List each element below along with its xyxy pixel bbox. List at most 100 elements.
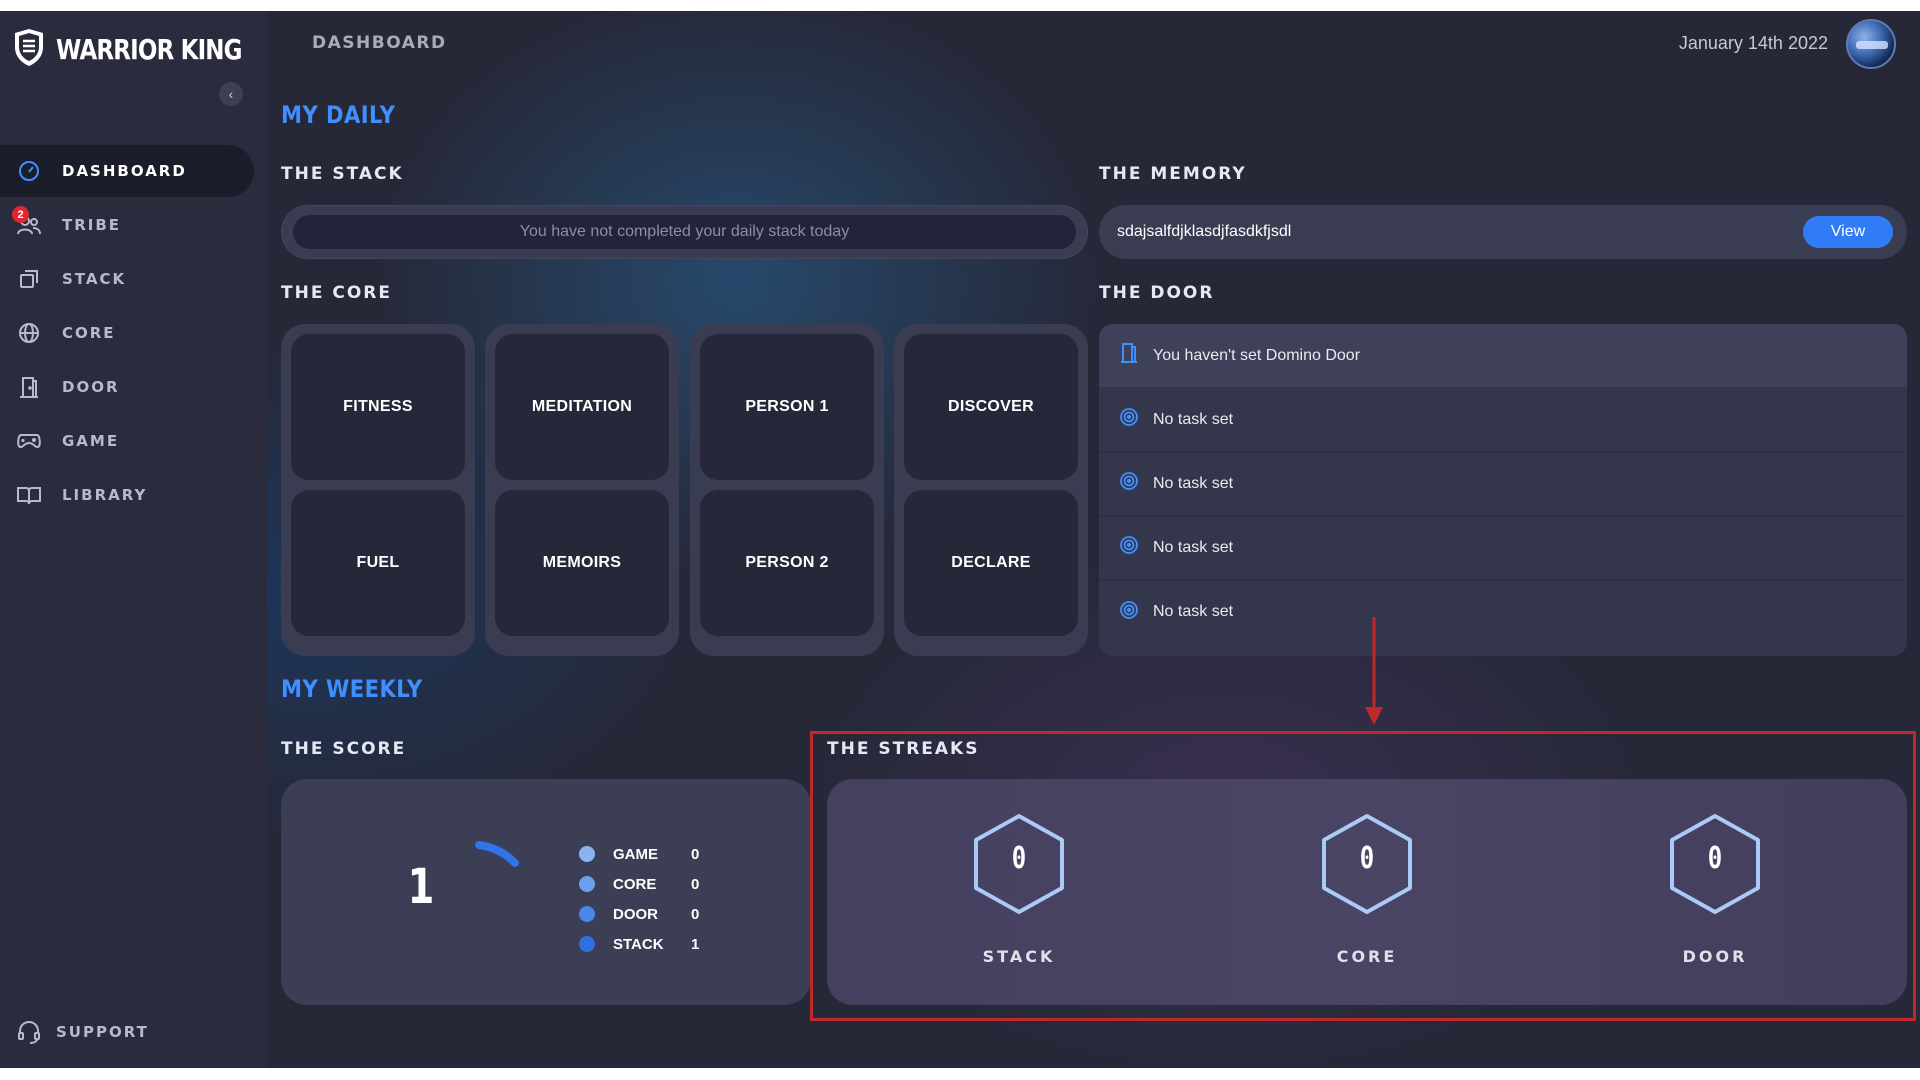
avatar[interactable] bbox=[1846, 19, 1896, 69]
view-memory-button[interactable]: View bbox=[1803, 216, 1893, 248]
sidebar-item-label: STACK bbox=[62, 270, 127, 288]
door-title: THE DOOR bbox=[1099, 283, 1215, 303]
shield-logo-icon bbox=[12, 27, 46, 72]
legend-label: DOOR bbox=[613, 905, 658, 923]
streak-label: CORE bbox=[1336, 947, 1398, 966]
core-tile-declare[interactable]: DECLARE bbox=[904, 490, 1078, 636]
brand-name: WARRIOR KING bbox=[56, 32, 243, 66]
chevron-left-icon: ‹ bbox=[228, 86, 234, 102]
streak-label: STACK bbox=[982, 947, 1056, 966]
score-card: 1 GAME 0 CORE 0 DOOR 0 STACK 1 bbox=[281, 779, 811, 1005]
gamepad-icon bbox=[16, 428, 42, 454]
section-title-daily: MY DAILY bbox=[281, 101, 396, 129]
stack-message: You have not completed your daily stack … bbox=[293, 215, 1076, 249]
notification-badge: 2 bbox=[12, 206, 29, 223]
target-icon bbox=[1119, 471, 1139, 496]
sidebar: WARRIOR KING ‹ DASHBOARD 2 TRIBE STACK C… bbox=[0, 11, 267, 1068]
task-text: No task set bbox=[1153, 410, 1234, 428]
streaks-card: 0 STACK 0 CORE 0 DOOR bbox=[827, 779, 1907, 1005]
legend-item-game: GAME 0 bbox=[579, 839, 759, 869]
memory-title: THE MEMORY bbox=[1099, 164, 1247, 184]
support-label: SUPPORT bbox=[56, 1023, 149, 1041]
legend-dot bbox=[579, 906, 595, 922]
legend-value: 0 bbox=[691, 905, 700, 923]
door-card: You haven't set Domino Door No task set … bbox=[1099, 324, 1907, 656]
streak-value: 0 bbox=[1707, 841, 1723, 876]
legend-label: STACK bbox=[613, 935, 664, 953]
headset-icon bbox=[16, 1019, 42, 1045]
streak-value: 0 bbox=[1011, 841, 1027, 876]
brand[interactable]: WARRIOR KING bbox=[12, 27, 282, 71]
door-icon bbox=[1119, 342, 1139, 369]
core-tile-person-1[interactable]: PERSON 1 bbox=[700, 334, 874, 480]
core-tile-fuel[interactable]: FUEL bbox=[291, 490, 465, 636]
stack-card[interactable]: You have not completed your daily stack … bbox=[281, 205, 1088, 259]
streak-label: DOOR bbox=[1682, 947, 1748, 966]
streak-door[interactable]: 0 DOOR bbox=[1655, 813, 1775, 983]
collapse-sidebar-button[interactable]: ‹ bbox=[219, 82, 243, 106]
door-task-row[interactable]: No task set bbox=[1099, 388, 1907, 452]
current-date: January 14th 2022 bbox=[1678, 33, 1828, 53]
sidebar-item-label: CORE bbox=[62, 324, 116, 342]
globe-icon bbox=[16, 320, 42, 346]
door-task-row[interactable]: No task set bbox=[1099, 580, 1907, 644]
target-icon bbox=[1119, 600, 1139, 625]
legend-value: 0 bbox=[691, 845, 700, 863]
sidebar-nav: DASHBOARD 2 TRIBE STACK CORE DOOR GAME L… bbox=[0, 145, 267, 523]
memory-card: sdajsalfdjklasdjfasdkfjsdl View bbox=[1099, 205, 1907, 259]
core-tile-discover[interactable]: DISCOVER bbox=[904, 334, 1078, 480]
core-tile-memoirs[interactable]: MEMOIRS bbox=[495, 490, 669, 636]
legend-value: 0 bbox=[691, 875, 700, 893]
gauge-icon bbox=[16, 158, 42, 184]
target-icon bbox=[1119, 407, 1139, 432]
core-column: MEDITATION MEMOIRS bbox=[485, 324, 679, 656]
core-title: THE CORE bbox=[281, 283, 392, 303]
score-total: 1 bbox=[407, 859, 435, 915]
main-content: DASHBOARD January 14th 2022 MY DAILY THE… bbox=[267, 11, 1920, 1068]
legend-value: 1 bbox=[691, 935, 700, 953]
task-text: No task set bbox=[1153, 538, 1234, 556]
door-task-row[interactable]: No task set bbox=[1099, 452, 1907, 516]
core-column: DISCOVER DECLARE bbox=[894, 324, 1088, 656]
legend-label: GAME bbox=[613, 845, 658, 863]
sidebar-item-label: LIBRARY bbox=[62, 486, 148, 504]
door-task-row[interactable]: No task set bbox=[1099, 516, 1907, 580]
sidebar-item-label: DOOR bbox=[62, 378, 120, 396]
sidebar-item-label: TRIBE bbox=[62, 216, 122, 234]
sidebar-item-support[interactable]: SUPPORT bbox=[0, 1007, 254, 1057]
users-icon: 2 bbox=[12, 206, 42, 238]
domino-door-text: You haven't set Domino Door bbox=[1153, 346, 1361, 364]
legend-item-door: DOOR 0 bbox=[579, 899, 759, 929]
score-title: THE SCORE bbox=[281, 739, 407, 759]
sidebar-item-stack[interactable]: STACK bbox=[0, 253, 254, 305]
streak-value: 0 bbox=[1359, 841, 1375, 876]
sidebar-item-label: DASHBOARD bbox=[62, 162, 187, 180]
app-window: WARRIOR KING ‹ DASHBOARD 2 TRIBE STACK C… bbox=[0, 11, 1920, 1068]
streak-core[interactable]: 0 CORE bbox=[1307, 813, 1427, 983]
streaks-title: THE STREAKS bbox=[827, 739, 980, 759]
task-text: No task set bbox=[1153, 603, 1234, 620]
sidebar-item-dashboard[interactable]: DASHBOARD bbox=[0, 145, 254, 197]
core-tile-fitness[interactable]: FITNESS bbox=[291, 334, 465, 480]
core-column: FITNESS FUEL bbox=[281, 324, 475, 656]
task-text: No task set bbox=[1153, 474, 1234, 492]
sidebar-item-tribe[interactable]: 2 TRIBE bbox=[0, 199, 254, 251]
book-icon bbox=[16, 482, 42, 508]
domino-door-row[interactable]: You haven't set Domino Door bbox=[1099, 324, 1907, 388]
score-gauge-arc bbox=[475, 841, 519, 867]
legend-item-stack: STACK 1 bbox=[579, 929, 759, 959]
streak-stack[interactable]: 0 STACK bbox=[959, 813, 1079, 983]
core-column: PERSON 1 PERSON 2 bbox=[690, 324, 884, 656]
sidebar-item-door[interactable]: DOOR bbox=[0, 361, 254, 413]
page-title: DASHBOARD bbox=[312, 33, 447, 53]
legend-label: CORE bbox=[613, 875, 657, 893]
sidebar-item-game[interactable]: GAME bbox=[0, 415, 254, 467]
target-icon bbox=[1119, 535, 1139, 560]
core-grid: FITNESS FUEL MEDITATION MEMOIRS PERSON 1… bbox=[281, 324, 1088, 656]
core-tile-person-2[interactable]: PERSON 2 bbox=[700, 490, 874, 636]
sidebar-item-library[interactable]: LIBRARY bbox=[0, 469, 254, 521]
core-tile-meditation[interactable]: MEDITATION bbox=[495, 334, 669, 480]
legend-dot bbox=[579, 936, 595, 952]
memory-text: sdajsalfdjklasdjfasdkfjsdl bbox=[1117, 223, 1292, 240]
sidebar-item-core[interactable]: CORE bbox=[0, 307, 254, 359]
